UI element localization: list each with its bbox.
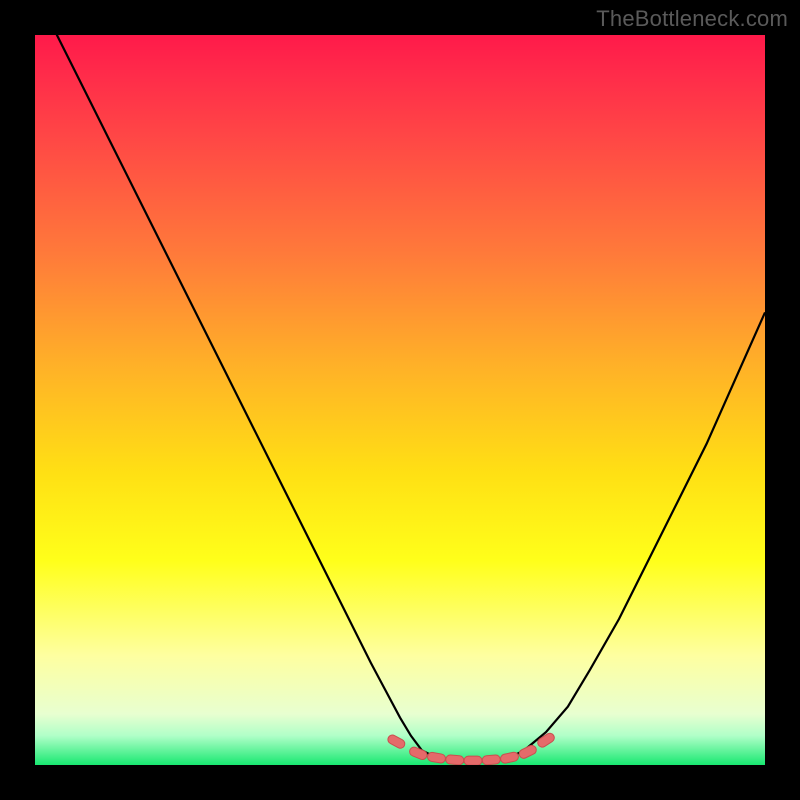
marker-dash: [464, 756, 482, 765]
gradient-background: [35, 35, 765, 765]
outer-frame: TheBottleneck.com: [0, 0, 800, 800]
watermark-text: TheBottleneck.com: [596, 6, 788, 32]
marker-dash: [445, 755, 464, 765]
marker-dash: [482, 755, 501, 765]
bottleneck-chart: [35, 35, 765, 765]
plot-area: [35, 35, 765, 765]
